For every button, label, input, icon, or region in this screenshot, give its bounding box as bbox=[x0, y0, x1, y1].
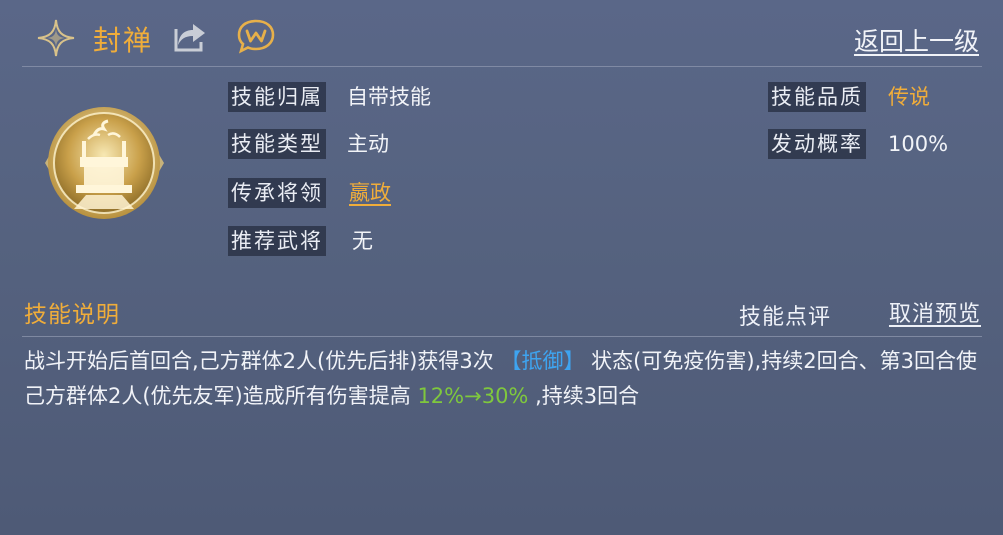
recommend-label: 推荐武将 bbox=[228, 226, 326, 256]
w-chat-icon[interactable] bbox=[236, 18, 276, 54]
quality-label: 技能品质 bbox=[768, 82, 866, 112]
quality-value: 传说 bbox=[888, 85, 930, 109]
description-part-3: ,持续3回合 bbox=[535, 384, 640, 408]
damage-boost-highlight: 12%→30% bbox=[417, 384, 529, 408]
keyword-resist: 【抵御】 bbox=[500, 349, 585, 373]
inherit-general-link[interactable]: 嬴政 bbox=[349, 178, 391, 208]
skill-description-title: 技能说明 bbox=[24, 302, 120, 328]
inherit-label: 传承将领 bbox=[228, 178, 326, 208]
type-value: 主动 bbox=[347, 132, 389, 156]
cancel-preview-button[interactable]: 取消预览 bbox=[889, 296, 981, 328]
top-bar: 封禅 返回上一级 bbox=[0, 0, 1003, 66]
belong-label: 技能归属 bbox=[228, 82, 326, 112]
description-part-1: 战斗开始后首回合,己方群体2人(优先后排)获得3次 bbox=[24, 349, 494, 373]
skill-emblem-icon bbox=[45, 107, 164, 219]
share-icon[interactable] bbox=[173, 20, 209, 52]
sparkle-icon bbox=[37, 19, 75, 57]
recommend-value: 无 bbox=[352, 229, 373, 253]
skill-description-text: 战斗开始后首回合,己方群体2人(优先后排)获得3次 【抵御】 状态(可免疫伤害)… bbox=[24, 344, 984, 414]
back-button[interactable]: 返回上一级 bbox=[854, 22, 979, 58]
belong-value: 自带技能 bbox=[347, 85, 431, 109]
chance-value: 100% bbox=[888, 132, 949, 156]
skill-name: 封禅 bbox=[93, 24, 154, 57]
skill-comment-button[interactable]: 技能点评 bbox=[739, 299, 831, 331]
header-divider bbox=[22, 66, 982, 67]
chance-label: 发动概率 bbox=[768, 129, 866, 159]
type-label: 技能类型 bbox=[228, 129, 326, 159]
description-divider bbox=[22, 336, 982, 337]
